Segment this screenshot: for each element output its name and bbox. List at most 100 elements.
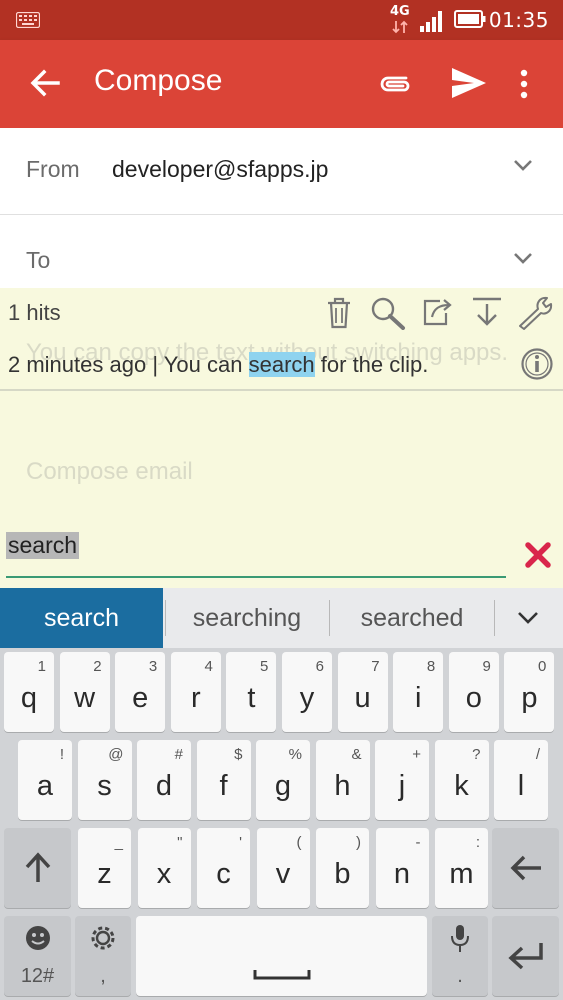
expand-suggestions-icon[interactable] [517, 610, 539, 626]
key-v[interactable]: (v [256, 828, 310, 908]
share-icon[interactable] [420, 296, 454, 328]
key-i[interactable]: 8i [393, 652, 444, 732]
key-d[interactable]: # d [137, 740, 191, 820]
chevron-down-icon[interactable] [513, 251, 533, 265]
key-letter: n [393, 858, 411, 890]
enter-key[interactable] [492, 916, 559, 996]
app-bar-title: Compose [94, 64, 223, 97]
battery-icon [454, 10, 486, 28]
key-p[interactable]: 0p [504, 652, 555, 732]
key-letter: b [334, 858, 351, 890]
info-icon[interactable] [520, 347, 554, 381]
status-bar: 4G 01:35 [0, 0, 563, 40]
clip-item-text-before: You can [163, 352, 243, 377]
key-hint: 9 [482, 658, 491, 675]
key-l[interactable]: / l [494, 740, 548, 820]
suggestion-searched[interactable]: searched [330, 588, 494, 648]
key-r[interactable]: 4r [170, 652, 221, 732]
key-u[interactable]: 7u [337, 652, 388, 732]
data-arrows-icon [392, 20, 408, 34]
comma-key[interactable]: , [75, 916, 131, 996]
shift-icon [25, 852, 51, 882]
key-hint: 6 [315, 658, 324, 675]
key-letter: e [132, 682, 149, 714]
key-hint: @ [108, 746, 124, 763]
wrench-icon[interactable] [516, 294, 558, 330]
key-hint: 5 [260, 658, 269, 675]
key-g[interactable]: % g [256, 740, 310, 820]
from-label: From [26, 156, 80, 182]
back-arrow-icon[interactable] [30, 69, 60, 97]
clip-divider [0, 389, 563, 391]
trash-icon[interactable] [324, 294, 354, 330]
compose-body[interactable]: You can copy the text without switching … [0, 288, 563, 588]
key-s[interactable]: @ s [77, 740, 132, 820]
space-key[interactable] [136, 916, 427, 996]
chevron-down-icon[interactable] [513, 158, 533, 172]
key-hint: + [412, 746, 421, 763]
symbols-label: 12# [20, 965, 55, 987]
key-letter: i [414, 682, 422, 714]
key-hint: & [351, 746, 362, 763]
key-y[interactable]: 6y [282, 652, 332, 732]
more-options-icon[interactable] [518, 68, 530, 100]
key-f[interactable]: $ f [196, 740, 251, 820]
key-e[interactable]: 3e [115, 652, 166, 732]
key-hint: - [415, 834, 421, 851]
key-m[interactable]: :m [435, 828, 488, 908]
backspace-icon [510, 855, 541, 881]
to-row[interactable]: To [0, 215, 563, 287]
key-c[interactable]: ' c [197, 828, 250, 908]
backspace-key[interactable] [492, 828, 559, 908]
key-n[interactable]: -n [375, 828, 429, 908]
from-row[interactable]: From developer@sfapps.jp [0, 128, 563, 215]
compose-email-placeholder[interactable]: Compose email [26, 458, 193, 486]
clip-search-input[interactable]: search [6, 532, 80, 559]
key-letter: s [97, 770, 112, 802]
suggestion-search[interactable]: search [0, 588, 163, 648]
symbols-key[interactable]: 12# [4, 916, 71, 996]
key-letter: y [299, 682, 315, 714]
close-icon[interactable] [524, 541, 552, 569]
key-b[interactable]: ) b [316, 828, 369, 908]
key-hint: 2 [93, 658, 102, 675]
search-input-underline [6, 576, 506, 578]
key-hint: ? [472, 746, 481, 763]
shift-key[interactable] [4, 828, 71, 908]
key-hint: 3 [148, 658, 158, 675]
clip-item-separator: | [152, 352, 159, 377]
microphone-icon [451, 925, 469, 952]
clip-item[interactable]: 2 minutes ago | You can search for the c… [8, 352, 428, 378]
key-letter: t [247, 682, 256, 714]
key-q[interactable]: 1q [4, 652, 54, 732]
enter-icon [508, 943, 543, 970]
space-bar-icon [253, 970, 311, 980]
key-t[interactable]: 5t [226, 652, 277, 732]
key-letter: p [521, 682, 538, 714]
key-a[interactable]: ! a [18, 740, 72, 820]
key-hint: / [535, 746, 540, 763]
key-o[interactable]: 9o [448, 652, 499, 732]
from-value: developer@sfapps.jp [112, 156, 329, 182]
suggestion-divider [494, 600, 495, 636]
keyboard: 1q2w3e4r5t6y7u8i9o0p ! a @ s # d $ f% g & h + j? k / l … [0, 648, 563, 1000]
period-key[interactable]: . [432, 916, 488, 996]
keyboard-notification-icon [16, 12, 40, 28]
key-h[interactable]: & h [315, 740, 370, 820]
key-letter: w [74, 682, 96, 714]
key-letter: v [275, 858, 291, 890]
key-x[interactable]: " x [137, 828, 191, 908]
key-j[interactable]: + j [375, 740, 429, 820]
key-w[interactable]: 2w [59, 652, 110, 732]
key-hint: 8 [426, 658, 436, 675]
search-icon[interactable] [370, 296, 406, 330]
key-z[interactable]: _ z [78, 828, 131, 908]
attach-icon[interactable] [376, 70, 412, 96]
key-hint: ! [59, 746, 64, 763]
download-icon[interactable] [470, 296, 504, 328]
send-icon[interactable] [450, 66, 488, 100]
suggestion-searching[interactable]: searching [166, 588, 328, 648]
key-hint: # [174, 746, 183, 763]
status-time: 01:35 [488, 8, 549, 32]
key-k[interactable]: ? k [434, 740, 489, 820]
